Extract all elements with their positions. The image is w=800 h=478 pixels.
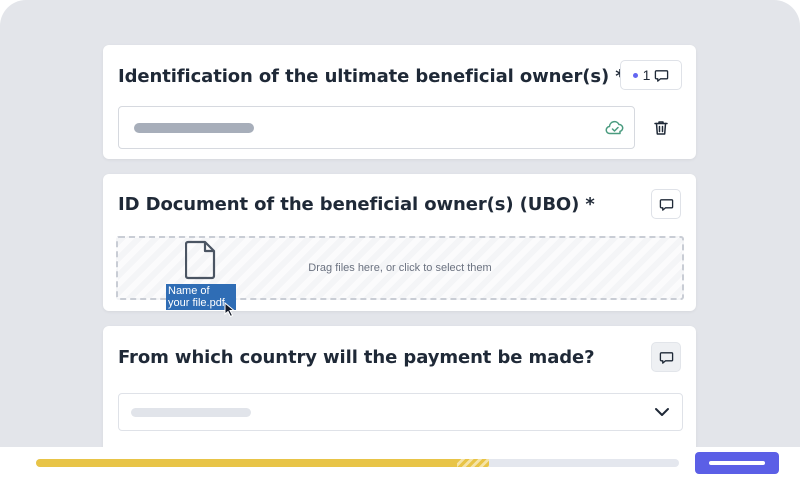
question-card-ubo-identification: Identification of the ultimate beneficia… — [103, 45, 696, 159]
ubo-text-input[interactable] — [118, 106, 635, 149]
unread-dot — [632, 72, 638, 78]
question-title: From which country will the payment be m… — [118, 347, 595, 368]
app-frame: Identification of the ultimate beneficia… — [0, 0, 800, 478]
progress-pending — [457, 459, 490, 467]
question-card-ubo-id-document: ID Document of the beneficial owner(s) (… — [103, 174, 696, 318]
comments-button[interactable] — [651, 189, 681, 219]
cursor-icon — [224, 302, 236, 318]
chevron-down-icon — [655, 408, 669, 416]
comment-count: 1 — [642, 67, 651, 83]
comment-icon — [659, 198, 673, 211]
select-value-placeholder — [131, 408, 251, 417]
country-select[interactable] — [118, 393, 683, 431]
progress-completed — [36, 459, 458, 467]
form-progress-bar — [36, 459, 679, 467]
submit-button[interactable] — [695, 452, 779, 474]
cloud-check-icon — [605, 120, 624, 135]
input-value-placeholder — [134, 123, 254, 133]
comment-icon — [655, 69, 669, 82]
question-title: Identification of the ultimate beneficia… — [118, 66, 625, 87]
form-footer — [0, 447, 800, 478]
comments-button[interactable]: 1 — [620, 60, 682, 90]
comment-icon — [659, 351, 673, 364]
question-title: ID Document of the beneficial owner(s) (… — [118, 194, 595, 215]
comments-button[interactable] — [651, 342, 681, 372]
submit-label-placeholder — [709, 461, 765, 465]
question-card-payment-country: From which country will the payment be m… — [103, 326, 696, 456]
trash-icon[interactable] — [654, 120, 668, 136]
file-icon[interactable] — [185, 240, 217, 280]
